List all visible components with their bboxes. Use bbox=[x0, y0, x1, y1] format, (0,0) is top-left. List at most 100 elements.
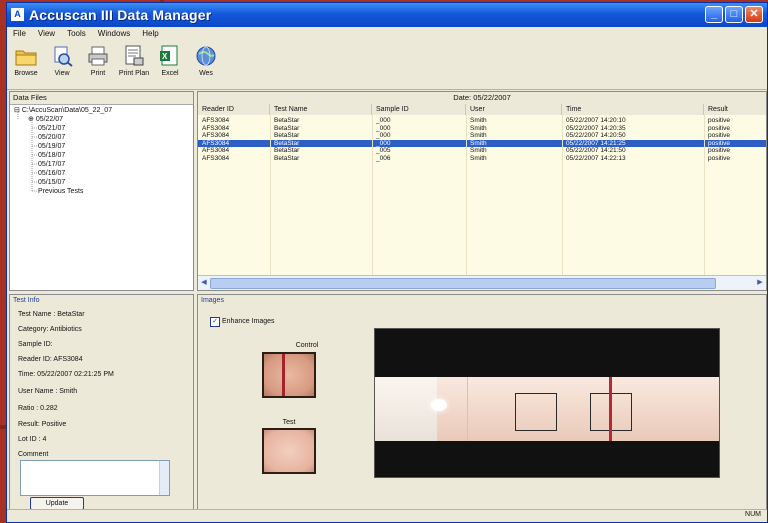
info-time: Time: 05/22/2007 02:21:25 PM bbox=[18, 371, 114, 378]
results-pane: Date: 05/22/2007 Reader ID Test Name Sam… bbox=[197, 91, 767, 291]
cell-result: positive bbox=[708, 132, 731, 139]
col-header-user[interactable]: User bbox=[466, 104, 562, 115]
info-test-name: Test Name : BetaStar bbox=[18, 311, 85, 318]
cell-test-name: BetaStar bbox=[274, 154, 300, 162]
cell-result: positive bbox=[708, 124, 731, 132]
col-header-time[interactable]: Time bbox=[562, 104, 704, 115]
cell-user: Smith bbox=[470, 154, 487, 162]
grid-column-divider bbox=[270, 115, 271, 276]
col-header-test-name[interactable]: Test Name bbox=[270, 104, 372, 115]
minimize-button[interactable]: _ bbox=[705, 6, 723, 23]
table-row[interactable]: AFS3084 BetaStar _006 Smith 05/22/2007 1… bbox=[198, 155, 766, 163]
cell-time: 05/22/2007 14:22:13 bbox=[566, 154, 626, 162]
strip-end-cap bbox=[375, 377, 437, 441]
info-result: Result: Positive bbox=[18, 421, 67, 428]
cell-sample-id: _005 bbox=[376, 147, 391, 154]
cell-sample-id: _000 bbox=[376, 132, 391, 139]
enhance-images-label: Enhance Images bbox=[222, 318, 275, 325]
print-plan-button[interactable]: Print Plan bbox=[117, 43, 151, 85]
svg-text:X: X bbox=[162, 52, 168, 61]
cell-reader-id: AFS3084 bbox=[202, 147, 230, 154]
excel-button[interactable]: X Excel bbox=[153, 43, 187, 85]
table-row[interactable]: AFS3084 BetaStar _005 Smith 05/22/2007 1… bbox=[198, 147, 766, 155]
cell-sample-id: _000 bbox=[376, 117, 391, 124]
enhance-images-checkbox[interactable]: ✓ bbox=[210, 317, 220, 327]
scroll-right-arrow-icon[interactable]: ▶ bbox=[755, 277, 765, 288]
grid-column-divider bbox=[466, 115, 467, 276]
comment-scrollbar[interactable] bbox=[159, 461, 169, 495]
cell-result: positive bbox=[708, 117, 731, 124]
table-row-selected[interactable]: AFS3084 BetaStar _000 Smith 05/22/2007 1… bbox=[198, 139, 766, 147]
table-row[interactable]: AFS3084 BetaStar _000 Smith 05/22/2007 1… bbox=[198, 132, 766, 140]
web-button[interactable]: Wes bbox=[189, 43, 223, 85]
tree-connector-lines bbox=[17, 112, 37, 192]
test-line-band bbox=[609, 377, 612, 441]
app-window: A Accuscan III Data Manager _ □ ✕ File V… bbox=[6, 2, 768, 523]
toolbar: Browse View Print Print Plan X Excel Wes bbox=[7, 41, 767, 90]
view-icon bbox=[51, 45, 73, 67]
cell-test-name: BetaStar bbox=[274, 147, 300, 154]
cell-reader-id: AFS3084 bbox=[202, 139, 230, 147]
folder-icon bbox=[15, 45, 37, 67]
cell-time: 05/22/2007 14:20:35 bbox=[566, 124, 626, 132]
close-button[interactable]: ✕ bbox=[745, 6, 763, 23]
cell-time: 05/22/2007 14:21:50 bbox=[566, 147, 626, 154]
print-button[interactable]: Print bbox=[81, 43, 115, 85]
cell-test-name: BetaStar bbox=[274, 139, 300, 147]
cell-user: Smith bbox=[470, 117, 487, 124]
info-sample-id: Sample ID: bbox=[18, 341, 53, 348]
horizontal-scrollbar[interactable]: ◀ ▶ bbox=[198, 275, 766, 290]
control-band bbox=[282, 354, 285, 396]
cell-user: Smith bbox=[470, 147, 487, 154]
comment-textarea[interactable] bbox=[20, 460, 170, 496]
browse-button[interactable]: Browse bbox=[9, 43, 43, 85]
info-lot-id: Lot ID : 4 bbox=[18, 436, 47, 443]
menu-view[interactable]: View bbox=[32, 27, 61, 41]
col-header-sample-id[interactable]: Sample ID bbox=[372, 104, 466, 115]
control-thumbnail bbox=[262, 352, 316, 398]
cell-reader-id: AFS3084 bbox=[202, 124, 230, 132]
maximize-button[interactable]: □ bbox=[725, 6, 743, 23]
cell-test-name: BetaStar bbox=[274, 124, 300, 132]
strip-edge-line bbox=[467, 377, 468, 441]
menu-tools[interactable]: Tools bbox=[61, 27, 92, 41]
col-header-reader-id[interactable]: Reader ID bbox=[198, 104, 270, 115]
grid-column-divider bbox=[704, 115, 705, 276]
cell-sample-id: _000 bbox=[376, 139, 391, 147]
cell-result: positive bbox=[708, 147, 731, 154]
app-logo-icon: A bbox=[11, 8, 24, 21]
window-title: Accuscan III Data Manager bbox=[29, 7, 212, 23]
col-header-result[interactable]: Result bbox=[704, 104, 766, 115]
menu-windows[interactable]: Windows bbox=[92, 27, 136, 41]
scroll-left-arrow-icon[interactable]: ◀ bbox=[199, 277, 209, 288]
test-thumbnail bbox=[262, 428, 316, 474]
title-bar: A Accuscan III Data Manager _ □ ✕ bbox=[7, 3, 767, 27]
cell-user: Smith bbox=[470, 132, 487, 139]
control-zone-box bbox=[515, 393, 557, 431]
comment-label: Comment bbox=[18, 451, 49, 458]
info-ratio: Ratio : 0.282 bbox=[18, 405, 58, 412]
cell-test-name: BetaStar bbox=[274, 117, 300, 124]
cell-time: 05/22/2007 14:20:50 bbox=[566, 132, 626, 139]
cell-reader-id: AFS3084 bbox=[202, 132, 230, 139]
table-row[interactable]: AFS3084 BetaStar _000 Smith 05/22/2007 1… bbox=[198, 117, 766, 125]
cell-time: 05/22/2007 14:20:10 bbox=[566, 117, 626, 124]
cell-sample-id: _006 bbox=[376, 154, 391, 162]
print-plan-icon bbox=[123, 45, 145, 67]
data-files-pane: Data Files ⊟ C:\AccuScan\Data\05_22_07 ⊕… bbox=[9, 91, 194, 291]
test-info-title: Test Info bbox=[13, 297, 40, 304]
images-title: Images bbox=[201, 297, 224, 304]
status-bar: NUM bbox=[7, 509, 767, 522]
control-label: Control bbox=[295, 342, 319, 349]
globe-icon bbox=[195, 45, 217, 67]
strip-glare bbox=[431, 399, 447, 411]
grid-column-divider bbox=[562, 115, 563, 276]
menu-help[interactable]: Help bbox=[136, 27, 164, 41]
menu-file[interactable]: File bbox=[7, 27, 32, 41]
info-reader-id: Reader ID: AFS3084 bbox=[18, 356, 83, 363]
scrollbar-thumb[interactable] bbox=[210, 278, 716, 289]
view-button[interactable]: View bbox=[45, 43, 79, 85]
test-label: Test bbox=[282, 419, 296, 426]
table-row[interactable]: AFS3084 BetaStar _000 Smith 05/22/2007 1… bbox=[198, 125, 766, 133]
excel-icon: X bbox=[159, 45, 181, 67]
